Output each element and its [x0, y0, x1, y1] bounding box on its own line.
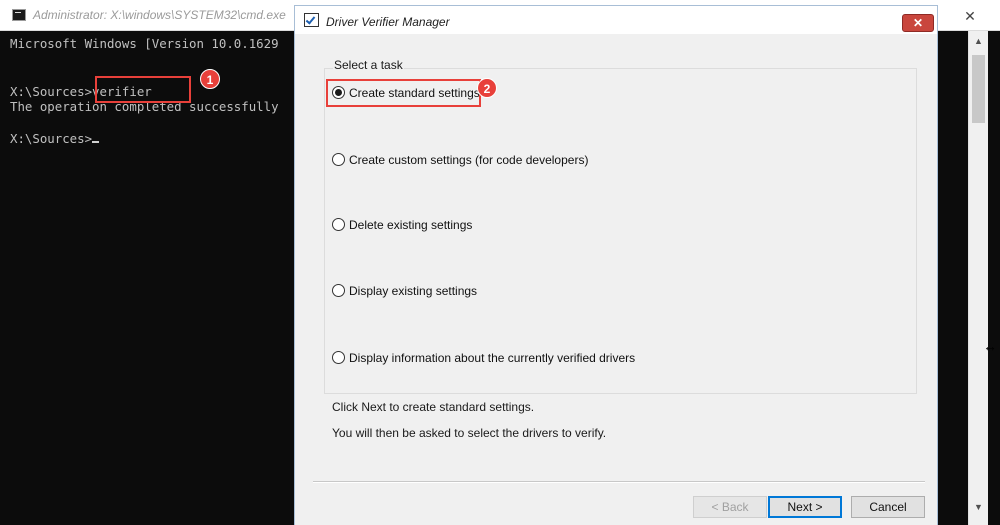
console-line: Microsoft Windows [Version 10.0.1629 — [10, 36, 279, 51]
highlight-create-standard-settings — [326, 79, 481, 107]
highlight-verifier-command — [95, 76, 191, 103]
console-output[interactable]: Microsoft Windows [Version 10.0.1629 X:\… — [0, 31, 294, 525]
console-prompt-line: X:\Sources> — [10, 131, 100, 147]
separator — [313, 481, 925, 483]
radio-button[interactable] — [332, 284, 345, 297]
option-label[interactable]: Create custom settings (for code develop… — [349, 152, 588, 168]
text-cursor — [92, 141, 100, 143]
cmd-title: Administrator: X:\windows\SYSTEM32\cmd.e… — [33, 8, 286, 22]
scroll-thumb[interactable] — [972, 55, 985, 123]
radio-button[interactable] — [332, 153, 345, 166]
option-label[interactable]: Display existing settings — [349, 283, 477, 299]
cmd-scrollbar[interactable]: ▲ ▼ — [968, 31, 988, 525]
cmd-icon — [12, 9, 26, 21]
task-group-label: Select a task — [333, 58, 404, 72]
back-button[interactable]: < Back — [693, 496, 767, 518]
verifier-checkbox-icon — [304, 13, 319, 27]
radio-button[interactable] — [332, 351, 345, 364]
cancel-button[interactable]: Cancel — [851, 496, 925, 518]
radio-button[interactable] — [332, 218, 345, 231]
console-prompt: X:\Sources> — [10, 131, 93, 146]
dialog-titlebar[interactable]: Driver Verifier Manager ✕ — [295, 6, 937, 34]
option-label[interactable]: Display information about the currently … — [349, 350, 635, 366]
scroll-up-arrow-icon[interactable]: ▲ — [969, 31, 988, 51]
callout-badge-2: 2 — [477, 78, 497, 98]
next-button[interactable]: Next > — [768, 496, 842, 518]
dialog-close-button[interactable]: ✕ — [902, 14, 934, 32]
cmd-close-button[interactable]: ✕ — [952, 6, 988, 26]
info-text: Click Next to create standard settings. — [332, 400, 535, 414]
dialog-body: Select a task Create standard settings C… — [302, 34, 931, 525]
dialog-title: Driver Verifier Manager — [326, 15, 450, 29]
scroll-down-arrow-icon[interactable]: ▼ — [969, 497, 988, 517]
info-text: You will then be asked to select the dri… — [332, 426, 607, 440]
resize-cursor-icon: ↔ — [983, 338, 997, 354]
callout-badge-1: 1 — [200, 69, 220, 89]
option-label[interactable]: Delete existing settings — [349, 217, 472, 233]
